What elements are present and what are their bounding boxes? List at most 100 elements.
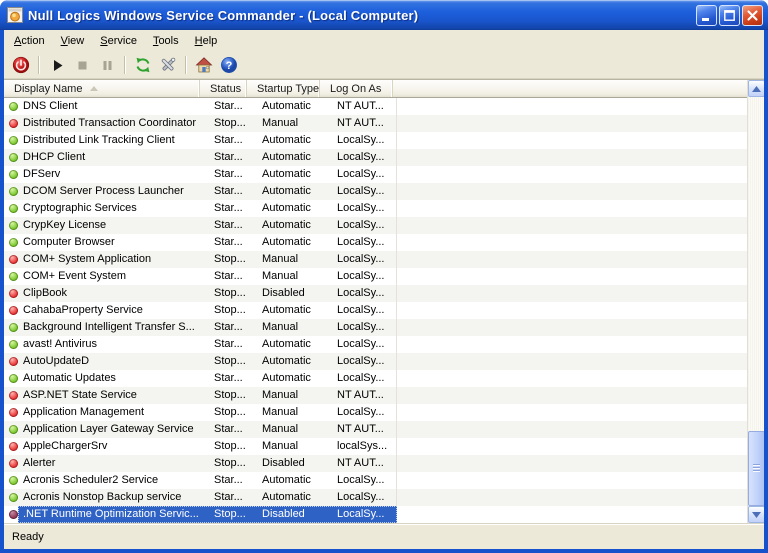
column-header-display-name[interactable]: Display Name (4, 80, 200, 97)
scroll-up-button[interactable] (748, 80, 764, 97)
service-name-cell: Acronis Nonstop Backup service (23, 491, 182, 503)
table-row[interactable]: Computer Browser Star... Automatic Local… (4, 234, 747, 251)
sort-ascending-icon (90, 86, 99, 91)
status-dot-icon (9, 408, 18, 417)
column-header-status[interactable]: Status (200, 80, 247, 97)
status-dot-icon (9, 357, 18, 366)
scrollbar-thumb[interactable] (748, 431, 764, 506)
table-row[interactable]: Background Intelligent Transfer S... Sta… (4, 319, 747, 336)
scroll-up-icon (752, 85, 761, 92)
service-logon-cell: LocalSy... (324, 149, 397, 166)
service-logon-cell: NT AUT... (324, 421, 397, 438)
table-row[interactable]: COM+ Event System Star... Manual LocalSy… (4, 268, 747, 285)
help-button[interactable]: ? (217, 54, 241, 77)
pause-service-button[interactable] (95, 54, 119, 77)
service-name-cell: DHCP Client (23, 151, 86, 163)
service-startup-cell: Automatic (262, 202, 311, 214)
service-startup-cell: Automatic (262, 304, 311, 316)
services-home-button[interactable] (192, 54, 216, 77)
status-dot-icon (9, 255, 18, 264)
service-logon-cell: NT AUT... (324, 115, 397, 132)
table-row[interactable]: Application Layer Gateway Service Star..… (4, 421, 747, 438)
service-startup-cell: Manual (262, 406, 299, 418)
pause-service-icon (103, 60, 111, 70)
table-row[interactable]: avast! Antivirus Star... Automatic Local… (4, 336, 747, 353)
status-dot-icon (9, 204, 18, 213)
title-bar: Null Logics Windows Service Commander - … (0, 0, 768, 30)
service-startup-cell: Manual (262, 321, 299, 333)
minimize-button[interactable] (696, 4, 717, 26)
stop-service-button[interactable] (70, 54, 94, 77)
scroll-down-button[interactable] (748, 506, 764, 523)
service-status-cell: Stop... (214, 304, 246, 316)
table-row[interactable]: CahabaProperty Service Stop... Automatic… (4, 302, 747, 319)
service-status-cell: Stop... (214, 440, 246, 452)
service-logon-cell: LocalSy... (324, 353, 397, 370)
start-service-button[interactable] (45, 54, 69, 77)
service-logon-cell: LocalSy... (324, 472, 397, 489)
service-status-cell: Stop... (214, 117, 246, 129)
service-name-cell: COM+ System Application (23, 253, 152, 265)
column-header-log-on-as[interactable]: Log On As (320, 80, 393, 97)
table-row[interactable]: Acronis Nonstop Backup service Star... A… (4, 489, 747, 506)
table-row[interactable]: Alerter Stop... Disabled NT AUT... (4, 455, 747, 472)
column-header-filler (393, 80, 747, 97)
table-row[interactable]: DHCP Client Star... Automatic LocalSy... (4, 149, 747, 166)
service-status-cell: Star... (214, 202, 243, 214)
service-startup-cell: Automatic (262, 100, 311, 112)
tools-button[interactable] (156, 54, 180, 77)
table-row[interactable]: CrypKey License Star... Automatic LocalS… (4, 217, 747, 234)
menu-action[interactable]: Action (6, 32, 53, 50)
status-dot-icon (9, 102, 18, 111)
service-startup-cell: Automatic (262, 491, 311, 503)
service-name-cell: avast! Antivirus (23, 338, 97, 350)
table-row[interactable]: Application Management Stop... Manual Lo… (4, 404, 747, 421)
tools-icon (161, 57, 176, 71)
vertical-scrollbar[interactable] (747, 80, 764, 523)
menu-help[interactable]: Help (187, 32, 226, 50)
service-name-cell: ClipBook (23, 287, 68, 299)
service-status-cell: Star... (214, 219, 243, 231)
power-exit-button[interactable] (9, 54, 33, 77)
table-row[interactable]: AutoUpdateD Stop... Automatic LocalSy... (4, 353, 747, 370)
table-header: Display Name Status Startup Type Log On … (4, 80, 747, 98)
maximize-button[interactable] (719, 4, 740, 26)
service-status-cell: Star... (214, 100, 243, 112)
table-row[interactable]: COM+ System Application Stop... Manual L… (4, 251, 747, 268)
stop-service-icon (78, 61, 86, 69)
table-row[interactable]: Automatic Updates Star... Automatic Loca… (4, 370, 747, 387)
service-status-cell: Star... (214, 134, 243, 146)
service-status-cell: Stop... (214, 457, 246, 469)
table-row[interactable]: DNS Client Star... Automatic NT AUT... (4, 98, 747, 115)
table-row[interactable]: DCOM Server Process Launcher Star... Aut… (4, 183, 747, 200)
table-row[interactable]: AppleChargerSrv Stop... Manual localSys.… (4, 438, 747, 455)
menu-tools[interactable]: Tools (145, 32, 187, 50)
status-dot-icon (9, 306, 18, 315)
table-row[interactable]: Acronis Scheduler2 Service Star... Autom… (4, 472, 747, 489)
table-row[interactable]: Distributed Link Tracking Client Star...… (4, 132, 747, 149)
status-dot-icon (9, 340, 18, 349)
table-row[interactable]: .NET Runtime Optimization Servic... Stop… (4, 506, 747, 523)
service-name-cell: CrypKey License (23, 219, 107, 231)
table-row[interactable]: Distributed Transaction Coordinator Stop… (4, 115, 747, 132)
service-logon-cell: LocalSy... (324, 319, 397, 336)
table-row[interactable]: ASP.NET State Service Stop... Manual NT … (4, 387, 747, 404)
service-status-cell: Star... (214, 372, 243, 384)
status-dot-icon (9, 476, 18, 485)
service-startup-cell: Manual (262, 117, 299, 129)
status-dot-icon (9, 323, 18, 332)
table-row[interactable]: DFServ Star... Automatic LocalSy... (4, 166, 747, 183)
table-row[interactable]: Cryptographic Services Star... Automatic… (4, 200, 747, 217)
close-button[interactable] (742, 4, 763, 26)
service-startup-cell: Disabled (262, 287, 305, 299)
service-name-cell: AutoUpdateD (23, 355, 90, 367)
menu-view[interactable]: View (53, 32, 93, 50)
close-icon (747, 9, 758, 21)
app-icon[interactable] (7, 7, 23, 23)
service-logon-cell: LocalSy... (324, 285, 397, 302)
menu-service[interactable]: Service (92, 32, 145, 50)
table-row[interactable]: ClipBook Stop... Disabled LocalSy... (4, 285, 747, 302)
refresh-button[interactable] (131, 54, 155, 77)
column-header-startup-type[interactable]: Startup Type (247, 80, 320, 97)
service-logon-cell: LocalSy... (324, 370, 397, 387)
